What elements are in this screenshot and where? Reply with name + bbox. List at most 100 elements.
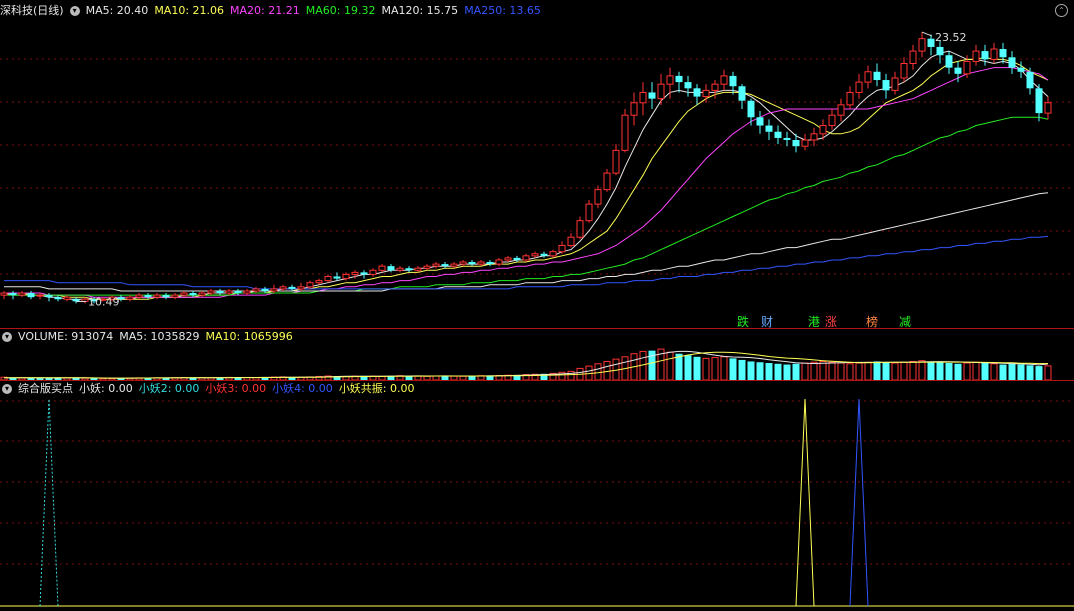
- candle-body: [153, 294, 161, 298]
- candle-body: [297, 286, 305, 290]
- candle-body: [432, 263, 440, 267]
- chevron-down-icon[interactable]: ▾: [69, 6, 80, 16]
- candle-body: [783, 137, 791, 141]
- candle-body: [549, 251, 557, 257]
- candle-body: [414, 267, 422, 271]
- candle-body: [846, 91, 854, 106]
- candle-body: [522, 255, 530, 261]
- candle-body: [648, 92, 656, 99]
- volume-bar: [594, 363, 602, 380]
- high-pointer: [921, 31, 933, 37]
- candle-body: [207, 290, 215, 294]
- candle-body: [441, 264, 449, 267]
- candle-body: [369, 269, 377, 275]
- signal-chart: [0, 398, 1074, 607]
- ma-line-ma250: [4, 235, 1049, 290]
- candle-body: [585, 203, 593, 222]
- candle-body: [72, 299, 80, 302]
- candle-body: [333, 276, 341, 279]
- candle-body: [945, 55, 953, 68]
- vol-legend-1: MA5: 1035829: [119, 330, 200, 343]
- price-header: 深科技(日线) ▾ MA5: 20.40 MA10: 21.06 MA20: 21.21…: [0, 3, 547, 19]
- event-marker-5[interactable]: 减: [899, 313, 911, 330]
- candle-body: [810, 133, 818, 141]
- chevron-down-icon[interactable]: ▾: [2, 384, 12, 394]
- volume-bar: [981, 363, 989, 380]
- volume-bar: [954, 363, 962, 380]
- volume-bar: [846, 363, 854, 380]
- candle-body: [873, 71, 881, 81]
- event-marker-3[interactable]: 涨: [825, 313, 837, 330]
- event-marker-4[interactable]: 榜: [866, 313, 878, 330]
- close-icon[interactable]: ⌃: [1055, 4, 1068, 17]
- chevron-down-icon[interactable]: ▾: [2, 332, 12, 342]
- sig-legend-5: 小妖共振: 0.00: [338, 382, 415, 395]
- volume-bar: [1008, 363, 1016, 380]
- candle-body: [657, 83, 665, 100]
- candle-body: [702, 89, 710, 98]
- candle-body: [747, 100, 755, 118]
- candle-body: [459, 261, 467, 265]
- price-panel: 深科技(日线) ▾ MA5: 20.40 MA10: 21.06 MA20: 21.21…: [0, 0, 1074, 330]
- candle-body: [981, 51, 989, 60]
- candle-body: [801, 139, 809, 147]
- candle-body: [774, 131, 782, 138]
- ma-line-ma20: [4, 67, 1049, 298]
- candle-body: [936, 46, 944, 56]
- candle-body: [738, 86, 746, 101]
- vol-legend-0: VOLUME: 913074: [18, 330, 114, 343]
- volume-bar: [1044, 365, 1052, 380]
- volume-bar: [801, 362, 809, 380]
- candle-body: [630, 102, 638, 116]
- candle-body: [387, 266, 395, 271]
- candle-body: [1035, 88, 1043, 114]
- candle-body: [612, 149, 620, 174]
- volume-bar: [783, 364, 791, 380]
- volume-bar: [864, 361, 872, 380]
- volume-bar: [900, 361, 908, 380]
- candle-body: [243, 290, 251, 294]
- candle-body: [198, 292, 206, 296]
- ma-legend-2: MA20: 21.21: [230, 4, 300, 17]
- candle-body: [261, 288, 269, 291]
- event-marker-0[interactable]: 跌: [737, 313, 749, 330]
- low-label: 10.49: [88, 296, 120, 309]
- volume-panel: ▾ VOLUME: 913074 MA5: 1035829 MA10: 1065996: [0, 329, 1074, 380]
- volume-bar: [918, 360, 926, 380]
- ma-line-ma120: [4, 192, 1049, 292]
- candle-body: [135, 294, 143, 298]
- event-marker-1[interactable]: 财: [761, 313, 773, 330]
- candle-body: [900, 62, 908, 79]
- volume-bar: [855, 362, 863, 380]
- candle-body: [351, 271, 359, 275]
- candle-body: [495, 259, 503, 265]
- candle-body: [171, 294, 179, 298]
- candle-body: [828, 114, 836, 127]
- volume-bar: [990, 363, 998, 380]
- candle-body: [504, 257, 512, 261]
- volume-bar: [882, 362, 890, 380]
- candle-body: [675, 75, 683, 83]
- signal-pulse: [849, 398, 869, 607]
- sig-legend-4: 小妖4: 0.00: [272, 382, 333, 395]
- candle-body: [450, 263, 458, 267]
- candle-body: [666, 75, 674, 85]
- event-marker-2[interactable]: 港: [808, 313, 820, 330]
- candle-body: [405, 268, 413, 271]
- candle-body: [1017, 67, 1025, 72]
- candle-body: [63, 296, 71, 300]
- candle-body: [855, 81, 863, 93]
- vol-legend-2: MA10: 1065996: [205, 330, 293, 343]
- volume-bar: [702, 357, 710, 380]
- candle-body: [603, 172, 611, 191]
- candle-body: [396, 267, 404, 271]
- candle-body: [486, 262, 494, 265]
- candle-body: [864, 71, 872, 83]
- candle-body: [711, 83, 719, 91]
- candle-body: [315, 280, 323, 284]
- candle-body: [513, 257, 521, 260]
- candle-body: [288, 286, 296, 289]
- candle-body: [720, 75, 728, 85]
- candle-body: [918, 38, 926, 52]
- candle-body: [45, 295, 53, 298]
